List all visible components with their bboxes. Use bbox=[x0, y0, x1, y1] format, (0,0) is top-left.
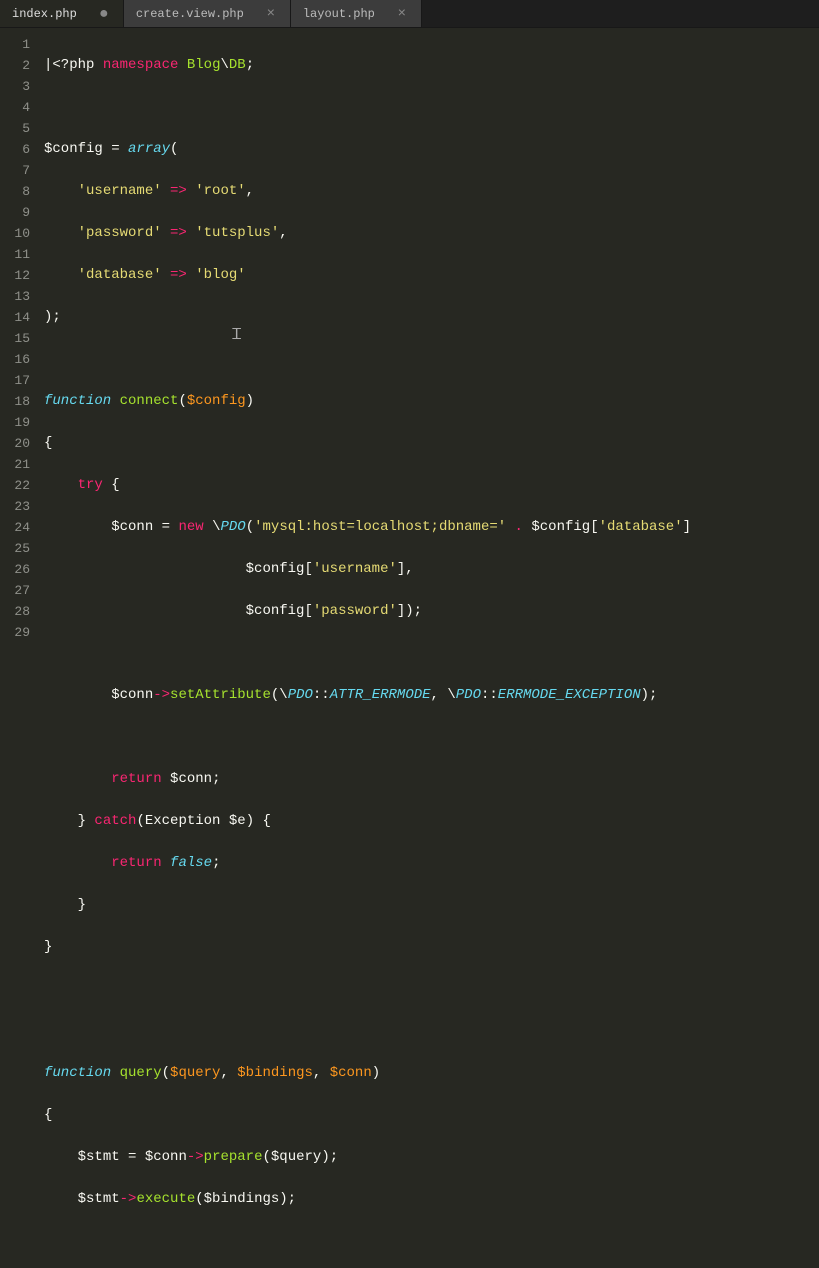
code-area[interactable]: |<?php namespace Blog\DB; $config = arra… bbox=[38, 28, 819, 634]
line-number: 4 bbox=[4, 97, 30, 118]
close-icon[interactable]: × bbox=[264, 6, 278, 22]
tab-create-view-php[interactable]: create.view.php × bbox=[124, 0, 291, 27]
line-number: 13 bbox=[4, 286, 30, 307]
line-number: 11 bbox=[4, 244, 30, 265]
line-number: 23 bbox=[4, 496, 30, 517]
line-number: 2 bbox=[4, 55, 30, 76]
close-icon[interactable]: × bbox=[395, 6, 409, 22]
code-line: return false; bbox=[44, 853, 819, 874]
tab-label: index.php bbox=[12, 7, 77, 21]
code-line: } bbox=[44, 895, 819, 916]
line-number: 27 bbox=[4, 580, 30, 601]
code-line bbox=[44, 643, 819, 664]
code-line bbox=[44, 979, 819, 1000]
line-number: 20 bbox=[4, 433, 30, 454]
line-number: 15 bbox=[4, 328, 30, 349]
line-number: 21 bbox=[4, 454, 30, 475]
code-line: function query($query, $bindings, $conn) bbox=[44, 1063, 819, 1084]
code-line: $conn = new \PDO('mysql:host=localhost;d… bbox=[44, 517, 819, 538]
line-number: 8 bbox=[4, 181, 30, 202]
code-line: ); bbox=[44, 307, 819, 328]
code-line: 'database' => 'blog' bbox=[44, 265, 819, 286]
tab-layout-php[interactable]: layout.php × bbox=[291, 0, 422, 27]
line-number: 22 bbox=[4, 475, 30, 496]
code-line bbox=[44, 349, 819, 370]
text-cursor-icon: Ꮖ bbox=[232, 325, 242, 346]
code-line: { bbox=[44, 1105, 819, 1126]
code-line bbox=[44, 1231, 819, 1252]
code-line: try { bbox=[44, 475, 819, 496]
line-number: 10 bbox=[4, 223, 30, 244]
code-line: $config = array( bbox=[44, 139, 819, 160]
code-line bbox=[44, 1021, 819, 1042]
line-number: 9 bbox=[4, 202, 30, 223]
line-number: 6 bbox=[4, 139, 30, 160]
code-line bbox=[44, 727, 819, 748]
line-number: 16 bbox=[4, 349, 30, 370]
code-line: |<?php namespace Blog\DB; bbox=[44, 55, 819, 76]
line-number: 28 bbox=[4, 601, 30, 622]
code-line: { bbox=[44, 433, 819, 454]
tab-label: create.view.php bbox=[136, 7, 244, 21]
code-line: } catch(Exception $e) { bbox=[44, 811, 819, 832]
line-number-gutter: 1 2 3 4 5 6 7 8 9 10 11 12 13 14 15 16 1… bbox=[0, 28, 38, 634]
code-line: $config['username'], bbox=[44, 559, 819, 580]
code-line: $conn->setAttribute(\PDO::ATTR_ERRMODE, … bbox=[44, 685, 819, 706]
line-number: 12 bbox=[4, 265, 30, 286]
line-number: 5 bbox=[4, 118, 30, 139]
line-number: 19 bbox=[4, 412, 30, 433]
code-line: 'username' => 'root', bbox=[44, 181, 819, 202]
code-line: $stmt = $conn->prepare($query); bbox=[44, 1147, 819, 1168]
tab-label: layout.php bbox=[303, 7, 375, 21]
line-number: 29 bbox=[4, 622, 30, 643]
editor: 1 2 3 4 5 6 7 8 9 10 11 12 13 14 15 16 1… bbox=[0, 28, 819, 634]
code-line: 'password' => 'tutsplus', bbox=[44, 223, 819, 244]
code-line: function connect($config) bbox=[44, 391, 819, 412]
tab-bar: index.php ● create.view.php × layout.php… bbox=[0, 0, 819, 28]
code-line: return $conn; bbox=[44, 769, 819, 790]
dirty-icon[interactable]: ● bbox=[97, 5, 111, 23]
line-number: 14 bbox=[4, 307, 30, 328]
line-number: 25 bbox=[4, 538, 30, 559]
line-number: 24 bbox=[4, 517, 30, 538]
code-line: $stmt->execute($bindings); bbox=[44, 1189, 819, 1210]
code-line: $config['password']); bbox=[44, 601, 819, 622]
line-number: 3 bbox=[4, 76, 30, 97]
tab-index-php[interactable]: index.php ● bbox=[0, 0, 124, 27]
line-number: 1 bbox=[4, 34, 30, 55]
line-number: 18 bbox=[4, 391, 30, 412]
line-number: 26 bbox=[4, 559, 30, 580]
line-number: 17 bbox=[4, 370, 30, 391]
code-line: } bbox=[44, 937, 819, 958]
line-number: 7 bbox=[4, 160, 30, 181]
code-line bbox=[44, 97, 819, 118]
